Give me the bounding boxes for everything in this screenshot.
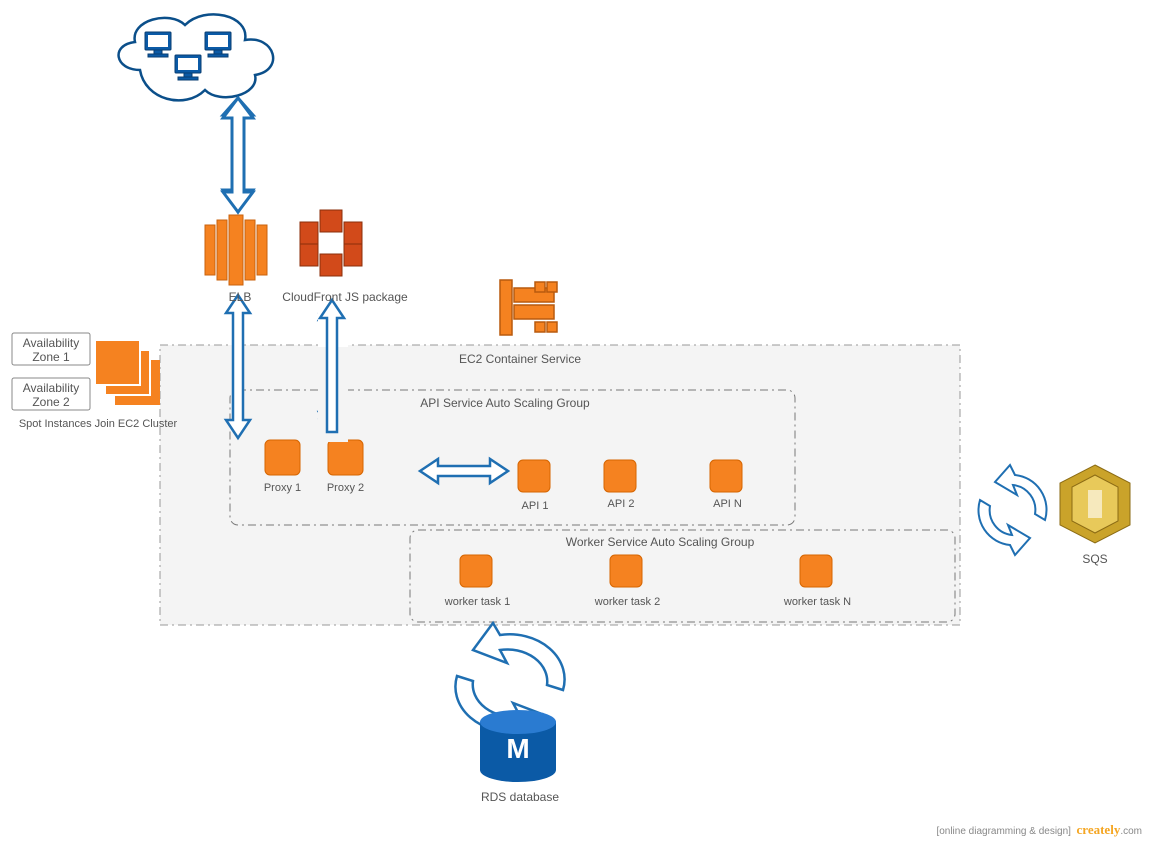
apin-label: API N [700, 498, 755, 510]
arrow-cloud-elb [223, 98, 253, 212]
az2-label: Availability Zone 2 [18, 381, 84, 409]
worker-group-label: Worker Service Auto Scaling Group [540, 535, 780, 549]
api1-label: API 1 [510, 500, 560, 512]
elb-label: ELB [220, 290, 260, 304]
az-icon [95, 340, 160, 405]
sqs-label: SQS [1075, 552, 1115, 566]
footer-suffix: .com [1120, 826, 1142, 837]
az1-label: Availability Zone 1 [18, 336, 84, 364]
cycle-sqs [978, 465, 1046, 555]
rds-icon: M [480, 710, 556, 782]
rds-label: RDS database [470, 790, 570, 804]
sqs-icon [1060, 465, 1130, 543]
ecs-service-icon [500, 280, 557, 335]
workern-label: worker task N [770, 596, 865, 608]
proxy1-label: Proxy 1 [255, 482, 310, 494]
worker2-label: worker task 2 [580, 596, 675, 608]
ec2-container-label: EC2 Container Service [420, 352, 620, 366]
diagram-canvas: M Availability Zone 1 Availability Zone … [0, 0, 1150, 844]
cloudfront-icon [300, 210, 362, 276]
proxy2-label: Proxy 2 [318, 482, 373, 494]
spot-label: Spot Instances Join EC2 Cluster [8, 418, 188, 430]
api-group-label: API Service Auto Scaling Group [390, 396, 620, 410]
footer-brand: creately [1077, 822, 1121, 837]
footer-tag: [online diagramming & design] [936, 826, 1071, 837]
cloudfront-label: CloudFront JS package [280, 290, 410, 304]
svg-text:M: M [506, 733, 529, 764]
clients-cloud-icon [119, 14, 274, 100]
api2-label: API 2 [596, 498, 646, 510]
elb-icon [205, 215, 267, 285]
worker1-label: worker task 1 [430, 596, 525, 608]
footer: [online diagramming & design] creately.c… [936, 822, 1142, 838]
